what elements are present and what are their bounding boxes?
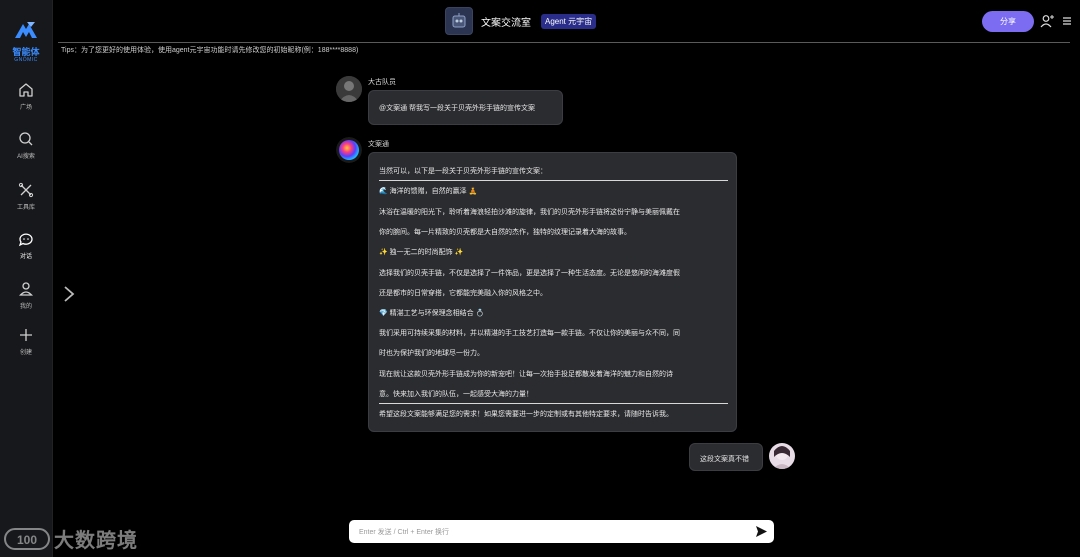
nav-label: 创建 (19, 350, 32, 356)
message-composer (349, 520, 774, 543)
header-divider (58, 42, 1070, 43)
message-input[interactable] (357, 523, 751, 542)
nav-item-tools[interactable]: 工具库 (0, 182, 52, 211)
plus-icon (20, 329, 32, 341)
watermark-text: 大数跨境 (54, 530, 138, 552)
watermark-logo-text: 100 (17, 533, 37, 547)
brand-logo[interactable]: 智能体 GNOMIC (6, 20, 46, 63)
nav-label: 工具库 (16, 205, 35, 211)
user-icon (19, 282, 33, 296)
nav-label: 我的 (19, 304, 32, 310)
tools-icon (18, 182, 34, 198)
sidebar: 智能体 GNOMIC 广场 AI搜索 工具库 对话 我的 创建 (0, 0, 53, 557)
search-icon (19, 132, 33, 146)
room-header: 文案交流室 Agent 元宇宙 (445, 7, 597, 35)
share-button[interactable]: 分享 (982, 11, 1034, 32)
home-icon (19, 83, 33, 97)
watermark: 100 大数跨境 (4, 524, 138, 553)
message-line: 现在就让这款贝壳外形手链成为你的新宠吧！让每一次抬手投足都散发着海洋的魅力和自然… (379, 371, 673, 378)
avatar[interactable] (336, 76, 362, 102)
watermark-logo-icon: 100 (4, 527, 50, 550)
chat-icon (18, 233, 33, 247)
nav-label: 对话 (19, 254, 32, 260)
sender-name: 大古队员 (368, 79, 396, 86)
sender-name: 文案通 (368, 141, 389, 148)
chevron-right-icon[interactable] (62, 285, 76, 303)
nav-item-create[interactable]: 创建 (0, 327, 52, 356)
send-icon[interactable] (755, 525, 768, 538)
message-bubble: @文案通 帮我写一段关于贝壳外形手链的宣传文案 (368, 90, 563, 125)
robot-icon (452, 13, 466, 28)
message-line: 时也为保护我们的地球尽一份力。 (379, 350, 484, 357)
message-bubble: 这段文案真不错 (689, 443, 763, 471)
room-title: 文案交流室 (481, 17, 531, 29)
message-line: 我们采用可持续采集的材料，并以精湛的手工技艺打造每一款手链。不仅让你的美丽与众不… (379, 330, 680, 337)
message-line: 💎 精湛工艺与环保理念相结合 💍 (379, 310, 485, 317)
nav-item-ai-search[interactable]: AI搜索 (0, 131, 52, 160)
avatar[interactable] (769, 443, 795, 469)
avatar[interactable] (336, 137, 362, 163)
room-badge: Agent 元宇宙 (541, 13, 597, 29)
message-line: 意。快来加入我们的队伍，一起感受大海的力量！ (379, 391, 533, 398)
message-line: 还是都市的日常穿搭，它都能完美融入你的风格之中。 (379, 290, 547, 297)
message-line: 选择我们的贝壳手链，不仅是选择了一件饰品，更是选择了一种生活态度。无论是悠闲的海… (379, 270, 680, 277)
nav-label: AI搜索 (17, 154, 35, 160)
menu-icon[interactable] (1062, 14, 1072, 28)
brand-name: 智能体 (12, 47, 40, 57)
nav-item-chat[interactable]: 对话 (0, 231, 52, 260)
message-line: 希望这段文案能够满足您的需求！如果您需要进一步的定制或有其他特定要求，请随时告诉… (379, 411, 673, 418)
room-avatar (445, 7, 473, 35)
message-line: 当然可以，以下是一段关于贝壳外形手链的宣传文案： (379, 168, 547, 175)
divider (379, 180, 728, 181)
tips-text: Tips：为了您更好的使用体验，使用agent元宇宙功能时请先修改您的初始昵称(… (61, 47, 359, 54)
message-line: 🌊 海洋的馈赠，自然的赢泽 🧘 (379, 188, 478, 195)
brand-sub: GNOMIC (14, 57, 38, 63)
divider (379, 403, 728, 404)
add-user-icon[interactable] (1040, 14, 1054, 28)
nav-label: 广场 (19, 105, 32, 111)
nav-item-plaza[interactable]: 广场 (0, 82, 52, 111)
self-avatar-icon (769, 443, 795, 469)
message-bubble: 当然可以，以下是一段关于贝壳外形手链的宣传文案： 🌊 海洋的馈赠，自然的赢泽 🧘… (368, 152, 737, 432)
message-line: 你的腕间。每一片精致的贝壳都是大自然的杰作，独特的纹理记录着大海的故事。 (379, 229, 631, 236)
logo-icon (15, 22, 37, 38)
user-avatar-icon (336, 76, 362, 102)
bot-avatar-icon (336, 137, 362, 163)
message-line: 沐浴在温暖的阳光下，聆听着海浪轻拍沙滩的旋律，我们的贝壳外形手链将这份宁静与美丽… (379, 209, 680, 216)
nav-item-mine[interactable]: 我的 (0, 281, 52, 310)
message-line: ✨ 独一无二的时尚配饰 ✨ (379, 249, 464, 256)
